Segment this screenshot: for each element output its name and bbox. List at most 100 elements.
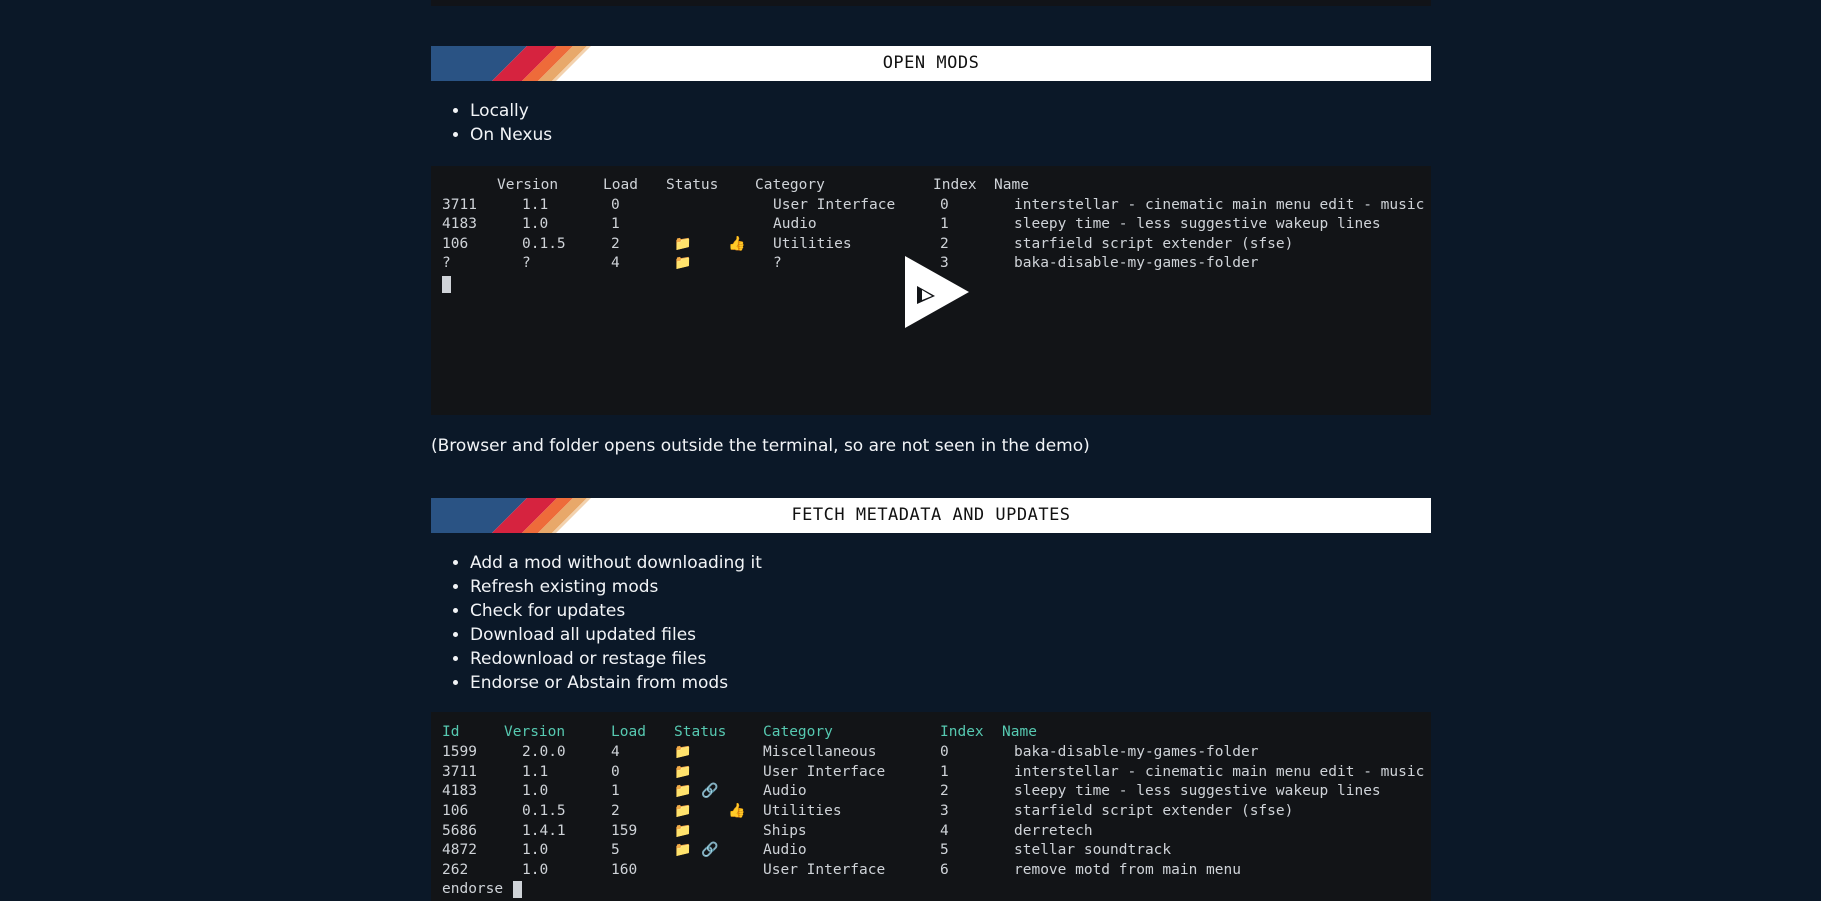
cell-version: 1.0 bbox=[522, 862, 549, 878]
cell-version: 0.1.5 bbox=[522, 236, 566, 252]
cell-name: baka-disable-my-games-folder bbox=[1014, 255, 1259, 271]
cell-category: Miscellaneous bbox=[763, 744, 877, 760]
list-item: Download all updated files bbox=[470, 623, 762, 647]
cell-name: baka-disable-my-games-folder bbox=[1014, 744, 1259, 760]
cell-name: sleepy time - less suggestive wakeup lin… bbox=[1014, 783, 1381, 799]
cell-load: 159 bbox=[611, 823, 638, 839]
cell-load: 2 bbox=[611, 236, 620, 252]
section-banner-fetch-metadata: Fetch Metadata and Updates bbox=[431, 498, 1431, 533]
cell-index: 0 bbox=[940, 197, 949, 213]
folder-icon: 📁 bbox=[674, 823, 692, 839]
cell-category: Utilities bbox=[763, 803, 842, 819]
cell-index: 2 bbox=[940, 236, 949, 252]
table-row: 262 1.0 160 User Interface 6 remove motd… bbox=[442, 861, 1422, 880]
open-mods-bullet-list: Locally On Nexus bbox=[448, 99, 552, 147]
play-icon[interactable] bbox=[905, 256, 969, 328]
cell-id: 262 bbox=[442, 862, 469, 878]
terminal-prompt-line: endorse bbox=[442, 880, 742, 899]
list-item: Check for updates bbox=[470, 599, 762, 623]
cell-id: 106 bbox=[442, 803, 469, 819]
cell-name: interstellar - cinematic main menu edit … bbox=[1014, 764, 1425, 780]
demo-caption: (Browser and folder opens outside the te… bbox=[431, 436, 1090, 456]
column-header-load: Load bbox=[611, 724, 646, 740]
column-header-name: Name bbox=[994, 177, 1029, 193]
cell-load: 1 bbox=[611, 216, 620, 232]
cell-category: Audio bbox=[773, 216, 817, 232]
thumbs-up-icon: 👍 bbox=[728, 803, 746, 819]
cell-name: sleepy time - less suggestive wakeup lin… bbox=[1014, 216, 1381, 232]
cell-version: 2.0.0 bbox=[522, 744, 566, 760]
cell-version: 0.1.5 bbox=[522, 803, 566, 819]
cell-index: 3 bbox=[940, 803, 949, 819]
list-item: Locally bbox=[470, 99, 552, 123]
cell-version: 1.0 bbox=[522, 842, 549, 858]
section-title: Open Mods bbox=[882, 53, 980, 73]
cell-id: 4872 bbox=[442, 842, 477, 858]
column-header-status: Status bbox=[674, 724, 727, 740]
cell-load: 4 bbox=[611, 255, 620, 271]
cell-load: 0 bbox=[611, 764, 620, 780]
table-header: Id Version Load Status Category Index Na… bbox=[442, 723, 1422, 742]
cell-category: Utilities bbox=[773, 236, 852, 252]
list-item: Refresh existing mods bbox=[470, 575, 762, 599]
table-row: 106 0.1.5 2 📁 👍 Utilities 2 starfield sc… bbox=[442, 235, 1422, 254]
top-divider bbox=[431, 0, 1431, 6]
column-header-category: Category bbox=[763, 724, 833, 740]
folder-icon: 📁 bbox=[674, 744, 692, 760]
section-title: Fetch Metadata and Updates bbox=[791, 505, 1071, 525]
table-row: 4183 1.0 1 📁 🔗 Audio 2 sleepy time - les… bbox=[442, 782, 1422, 801]
terminal-cursor-line bbox=[442, 275, 477, 294]
cell-category: Audio bbox=[763, 842, 807, 858]
link-icon: 🔗 bbox=[701, 842, 719, 858]
cell-name: derretech bbox=[1014, 823, 1093, 839]
cell-version: 1.1 bbox=[522, 764, 549, 780]
cell-category: ? bbox=[773, 255, 782, 271]
cell-category: User Interface bbox=[763, 764, 886, 780]
folder-icon: 📁 bbox=[674, 255, 692, 271]
cell-category: Audio bbox=[763, 783, 807, 799]
column-header-version: Version bbox=[497, 177, 559, 193]
fetch-metadata-bullet-list: Add a mod without downloading it Refresh… bbox=[448, 551, 762, 695]
terminal-prompt: endorse bbox=[442, 881, 504, 897]
list-item: Add a mod without downloading it bbox=[470, 551, 762, 575]
list-item: On Nexus bbox=[470, 123, 552, 147]
cell-load: 0 bbox=[611, 197, 620, 213]
cell-category: User Interface bbox=[773, 197, 896, 213]
folder-icon: 📁 bbox=[674, 803, 692, 819]
column-header-index: Index bbox=[940, 724, 984, 740]
table-row: 5686 1.4.1 159 📁 Ships 4 derretech bbox=[442, 822, 1422, 841]
cell-version: 1.0 bbox=[522, 783, 549, 799]
terminal-cursor bbox=[442, 276, 451, 293]
terminal-demo-fetch-metadata[interactable]: Id Version Load Status Category Index Na… bbox=[431, 712, 1431, 901]
table-row: 1599 2.0.0 4 📁 Miscellaneous 0 baka-disa… bbox=[442, 743, 1422, 762]
cell-index: 4 bbox=[940, 823, 949, 839]
table-header: Version Load Status Category Index Name bbox=[442, 176, 1422, 195]
table-row: 4872 1.0 5 📁 🔗 Audio 5 stellar soundtrac… bbox=[442, 841, 1422, 860]
folder-icon: 📁 bbox=[674, 783, 692, 799]
cell-index: 0 bbox=[940, 744, 949, 760]
terminal-demo-open-mods[interactable]: Version Load Status Category Index Name … bbox=[431, 166, 1431, 415]
section-banner-open-mods: Open Mods bbox=[431, 46, 1431, 81]
cell-version: ? bbox=[522, 255, 531, 271]
cell-index: 5 bbox=[940, 842, 949, 858]
cell-id: 5686 bbox=[442, 823, 477, 839]
cell-load: 5 bbox=[611, 842, 620, 858]
terminal-cursor bbox=[513, 881, 522, 898]
cell-version: 1.0 bbox=[522, 216, 549, 232]
cell-name: starfield script extender (sfse) bbox=[1014, 236, 1294, 252]
column-header-index: Index bbox=[933, 177, 977, 193]
cell-name: interstellar - cinematic main menu edit … bbox=[1014, 197, 1425, 213]
table-row: 3711 1.1 0 📁 User Interface 1 interstell… bbox=[442, 763, 1425, 782]
cell-id: 4183 bbox=[442, 783, 477, 799]
thumbs-up-icon: 👍 bbox=[728, 236, 746, 252]
cell-category: User Interface bbox=[763, 862, 886, 878]
cell-id: 106 bbox=[442, 236, 469, 252]
column-header-category: Category bbox=[755, 177, 825, 193]
cell-category: Ships bbox=[763, 823, 807, 839]
cell-index: 1 bbox=[940, 764, 949, 780]
column-header-status: Status bbox=[666, 177, 719, 193]
cell-index: 1 bbox=[940, 216, 949, 232]
cell-load: 1 bbox=[611, 783, 620, 799]
cell-load: 2 bbox=[611, 803, 620, 819]
list-item: Redownload or restage files bbox=[470, 647, 762, 671]
